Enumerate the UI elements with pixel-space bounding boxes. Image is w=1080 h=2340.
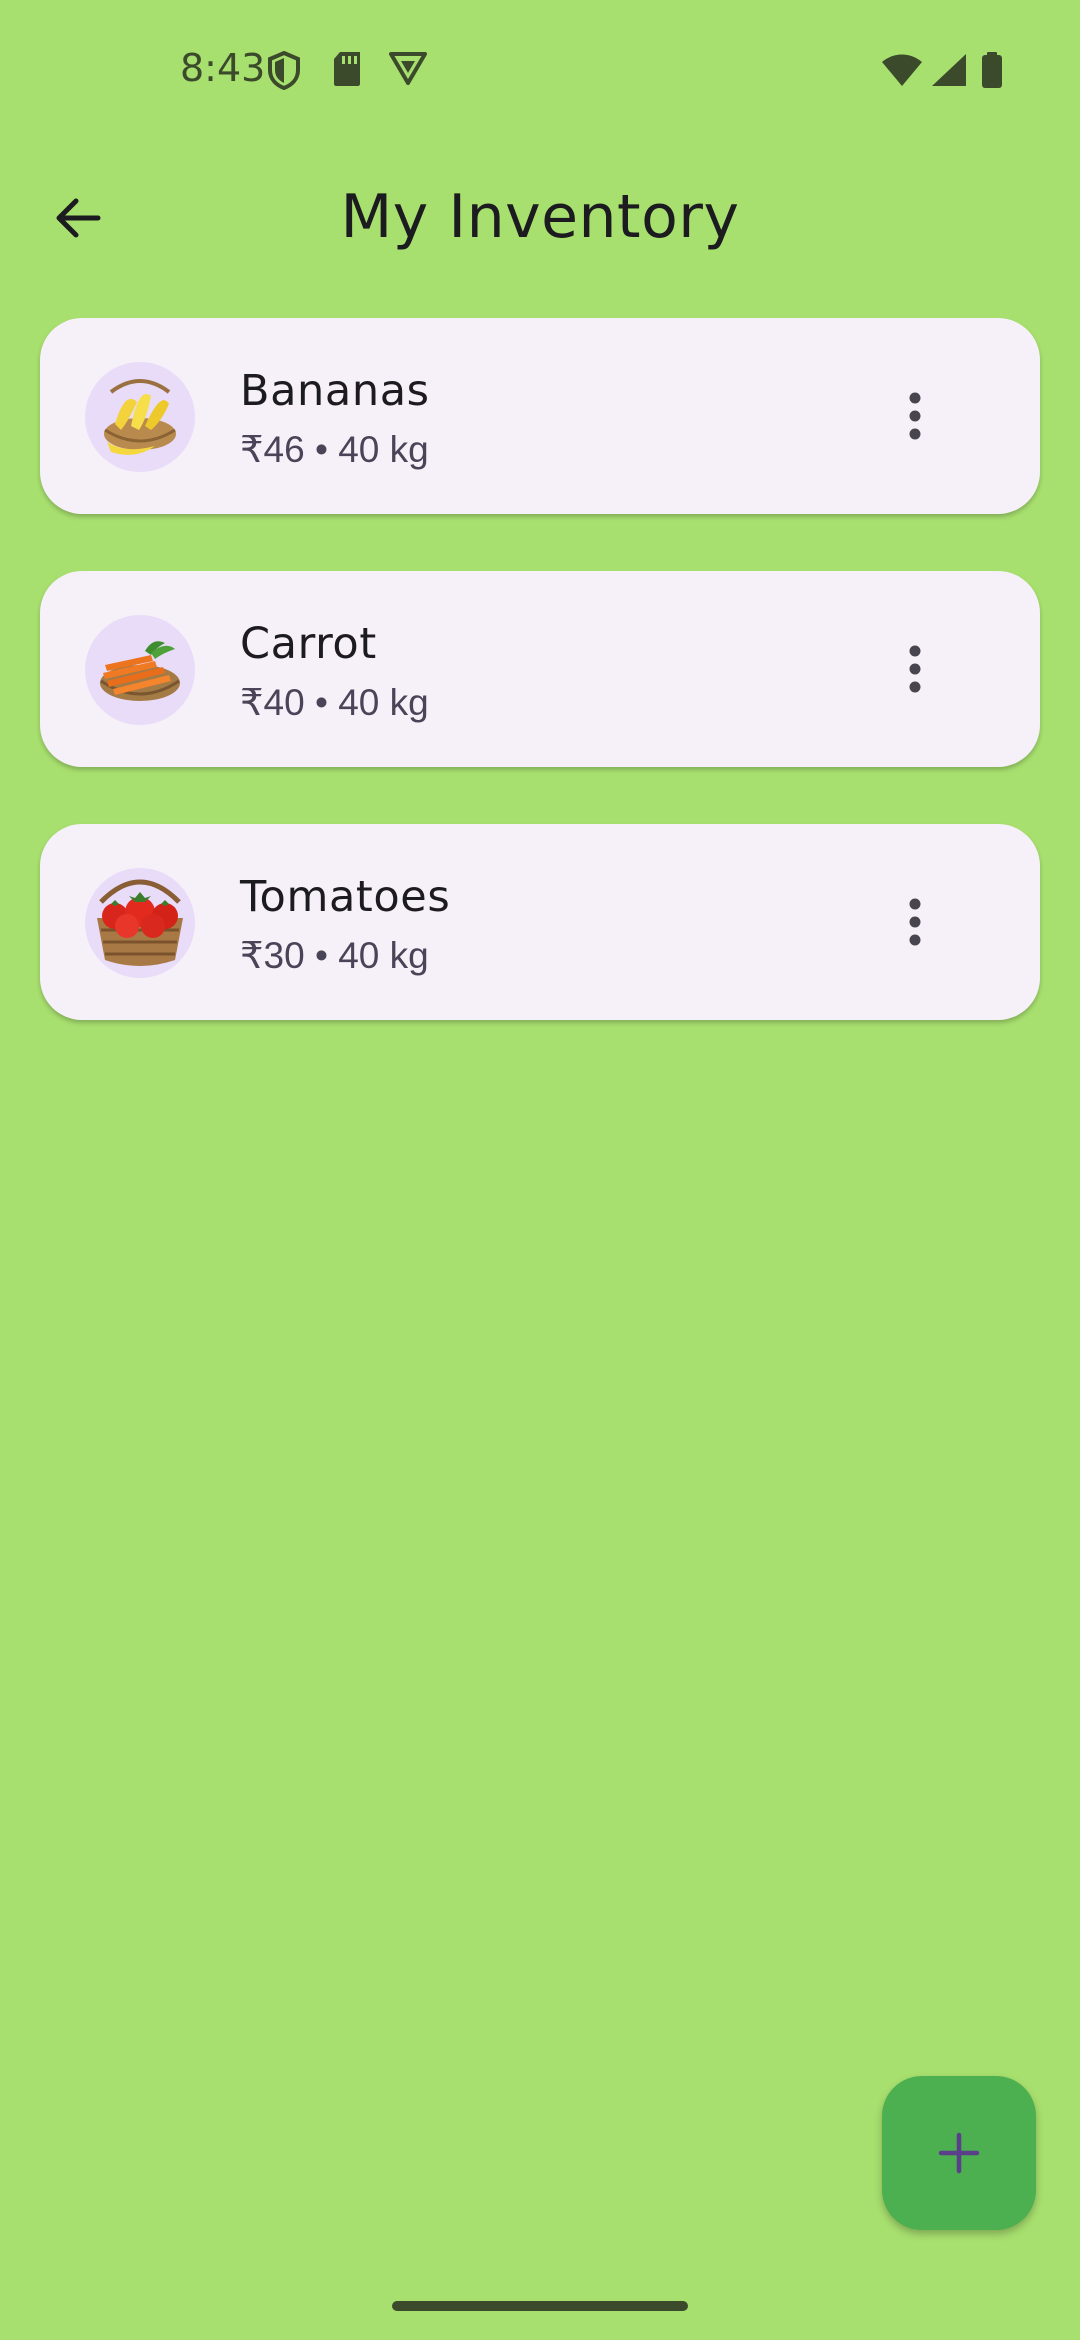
carrot-basket-image [85, 615, 195, 725]
more-vert-icon [909, 392, 921, 440]
add-item-button[interactable] [882, 2076, 1036, 2230]
more-options-button[interactable] [885, 892, 945, 952]
tomato-basket-image [85, 868, 195, 978]
wifi-icon [880, 50, 924, 90]
item-name: Bananas [240, 366, 430, 416]
battery-icon [980, 50, 1004, 90]
shield-icon [266, 50, 302, 91]
home-indicator[interactable] [392, 2301, 688, 2311]
item-name: Tomatoes [240, 872, 451, 922]
more-options-button[interactable] [885, 639, 945, 699]
banana-basket-image [85, 362, 195, 472]
inventory-item-bananas[interactable]: Bananas ₹46 • 40 kg [40, 318, 1040, 514]
item-name: Carrot [240, 619, 377, 669]
signal-icon [928, 50, 970, 90]
sd-card-icon [330, 50, 366, 90]
plus-icon [938, 2132, 980, 2174]
status-time: 8:43 [180, 46, 266, 90]
more-options-button[interactable] [885, 386, 945, 446]
inventory-list: Bananas ₹46 • 40 kg Carrot ₹40 • 40 kg T… [40, 318, 1040, 1077]
app-bar: My Inventory [0, 150, 1080, 280]
item-price-quantity: ₹46 • 40 kg [240, 429, 429, 470]
more-vert-icon [909, 898, 921, 946]
status-bar: 8:43 [0, 0, 1080, 140]
more-vert-icon [909, 645, 921, 693]
inventory-item-carrot[interactable]: Carrot ₹40 • 40 kg [40, 571, 1040, 767]
page-title: My Inventory [340, 182, 740, 252]
item-price-quantity: ₹30 • 40 kg [240, 935, 429, 976]
item-price-quantity: ₹40 • 40 kg [240, 682, 429, 723]
vpn-badge-icon [388, 50, 427, 90]
inventory-item-tomatoes[interactable]: Tomatoes ₹30 • 40 kg [40, 824, 1040, 1020]
